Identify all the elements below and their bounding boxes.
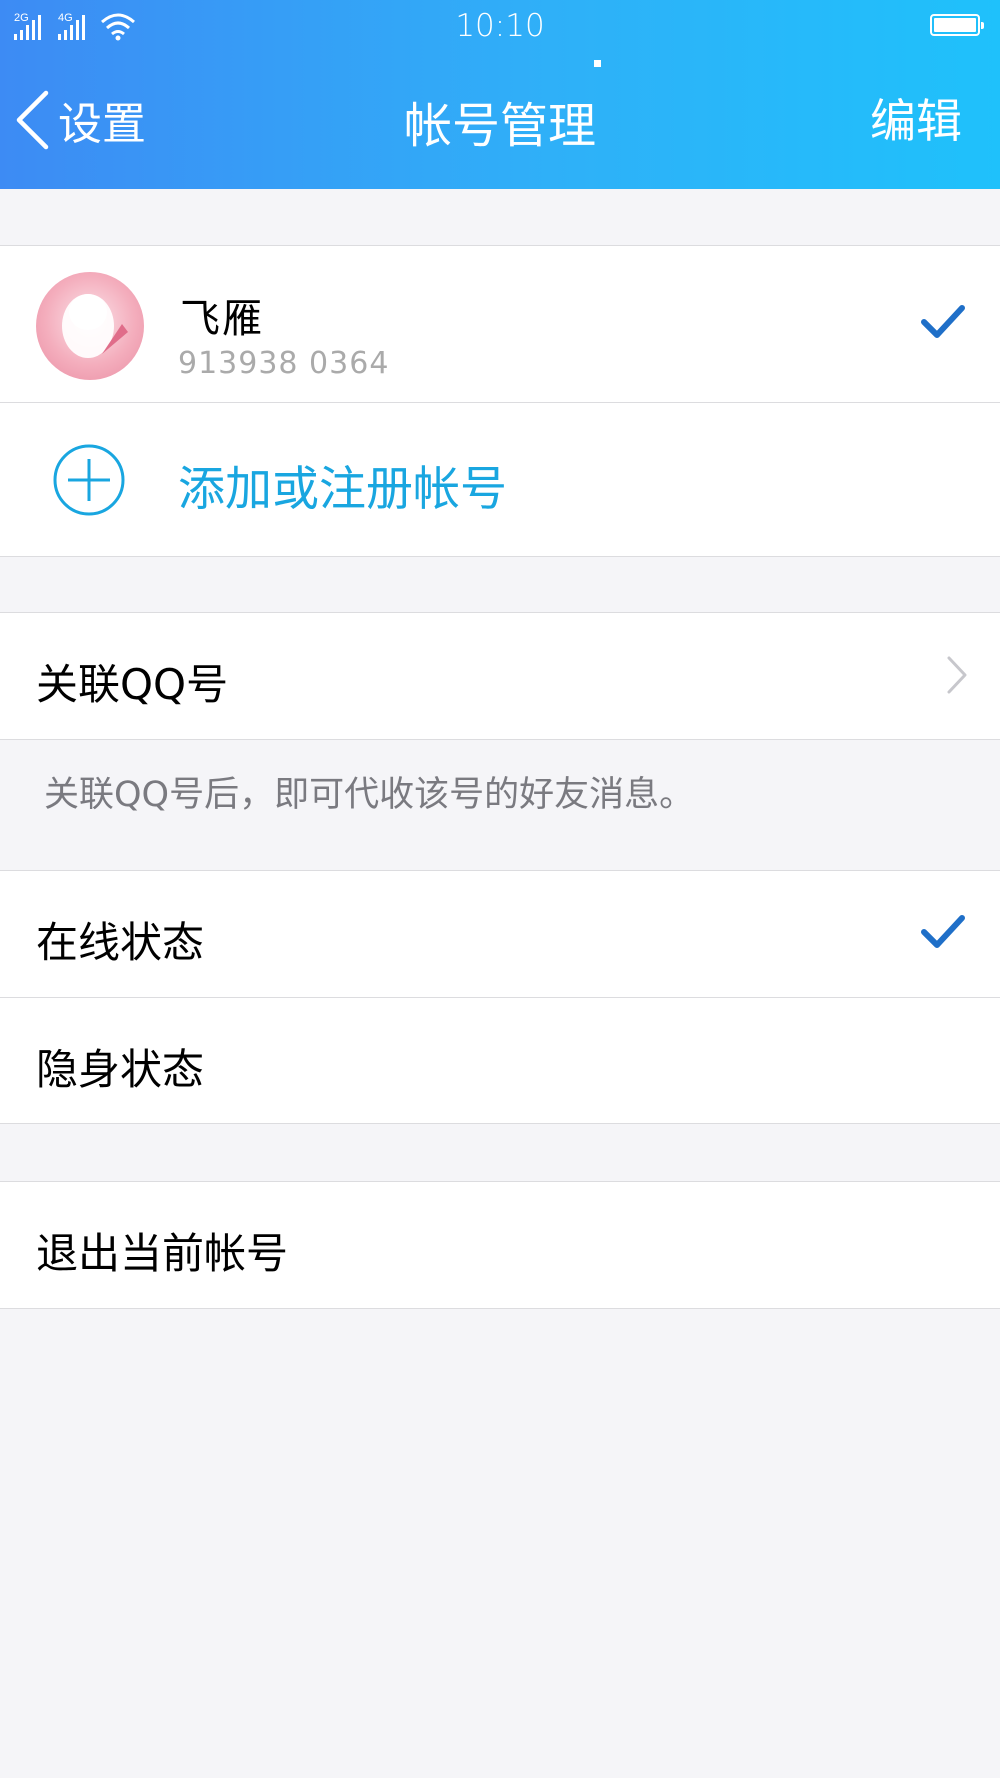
link-qq-hint: 关联QQ号后，即可代收该号的好友消息。 [44,775,695,815]
edit-button[interactable]: 编辑 [870,85,962,151]
link-qq-row[interactable]: 关联QQ号 [0,613,1000,739]
status-invisible-label: 隐身状态 [36,1045,205,1094]
penguin-avatar-icon [62,294,128,358]
navigation-header: 2G 4G 10:10 设置 帐号管理 编辑 [0,0,1000,189]
logout-group: 退出当前帐号 [0,1181,1000,1309]
checkmark-icon [921,305,965,338]
status-dot [594,60,601,67]
link-qq-group: 关联QQ号 [0,612,1000,740]
logout-label: 退出当前帐号 [36,1229,289,1278]
logout-button[interactable]: 退出当前帐号 [0,1182,1000,1308]
status-time: 10:10 [455,8,545,44]
status-online-row[interactable]: 在线状态 [0,871,1000,997]
link-qq-label: 关联QQ号 [36,660,229,709]
add-account-button[interactable]: 添加或注册帐号 [0,402,1000,556]
status-invisible-row[interactable]: 隐身状态 [0,997,1000,1123]
checkmark-icon [921,915,965,948]
chevron-right-icon [947,656,967,694]
account-name: 飞雁 [180,296,264,342]
account-group: 飞雁 913938 0364 添加或注册帐号 [0,245,1000,557]
add-account-label: 添加或注册帐号 [178,462,507,517]
account-row[interactable]: 飞雁 913938 0364 [0,246,1000,402]
plus-circle-icon [53,444,125,516]
status-group: 在线状态 隐身状态 [0,870,1000,1124]
battery-icon [930,14,984,36]
status-online-label: 在线状态 [36,918,205,967]
page-title: 帐号管理 [403,98,596,154]
avatar [36,272,144,380]
account-id: 913938 0364 [178,346,390,381]
